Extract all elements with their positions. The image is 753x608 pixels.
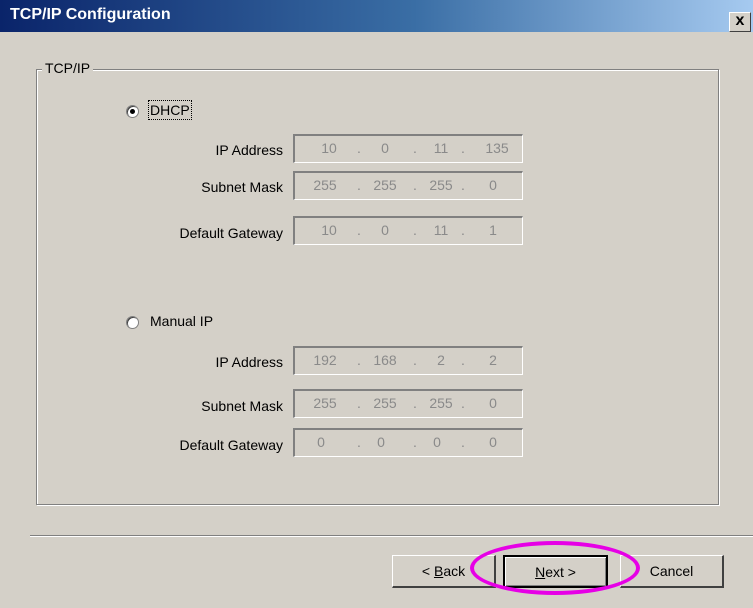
ip-octet: 0 (317, 434, 325, 450)
dhcp-radio[interactable] (126, 105, 139, 118)
cancel-button-label: Cancel (649, 563, 694, 579)
manual-ip-label: IP Address (215, 354, 283, 370)
ip-octet: 0 (489, 395, 497, 411)
dhcp-gateway-field[interactable]: 10 . 0 . 11 . 1 (293, 216, 523, 245)
ip-dot: . (461, 352, 465, 368)
dhcp-radio-label[interactable]: DHCP (148, 100, 192, 120)
separator-line (30, 535, 753, 537)
ip-dot: . (413, 222, 417, 238)
next-button[interactable]: Next > (503, 555, 608, 588)
back-button-prefix: < (421, 563, 434, 579)
ip-dot: . (461, 177, 465, 193)
ip-octet: 11 (433, 140, 449, 156)
ip-octet: 255 (313, 395, 337, 411)
ip-octet: 10 (321, 140, 337, 156)
ip-octet: 10 (321, 222, 337, 238)
ip-dot: . (357, 395, 361, 411)
ip-dot: . (461, 395, 465, 411)
dhcp-ip-label: IP Address (215, 142, 283, 158)
ip-dot: . (461, 434, 465, 450)
groupbox-legend: TCP/IP (42, 60, 94, 76)
manual-ip-field[interactable]: 192 . 168 . 2 . 2 (293, 346, 523, 375)
ip-octet: 255 (373, 395, 397, 411)
ip-octet: 0 (433, 434, 441, 450)
ip-dot: . (461, 222, 465, 238)
ip-octet: 0 (381, 140, 389, 156)
ip-octet: 2 (437, 352, 445, 368)
ip-octet: 11 (433, 222, 449, 238)
ip-dot: . (461, 140, 465, 156)
manual-mask-field[interactable]: 255 . 255 . 255 . 0 (293, 389, 523, 418)
back-button-mnemonic: B (433, 563, 444, 579)
ip-octet: 168 (373, 352, 397, 368)
dhcp-ip-field[interactable]: 10 . 0 . 11 . 135 (293, 134, 523, 163)
ip-octet: 192 (313, 352, 337, 368)
back-button[interactable]: < Back (392, 555, 496, 588)
ip-octet: 0 (489, 177, 497, 193)
ip-dot: . (413, 395, 417, 411)
ip-octet: 255 (313, 177, 337, 193)
tcpip-dialog: TCP/IP Configuration x TCP/IP DHCP IP Ad… (0, 0, 753, 608)
cancel-button[interactable]: Cancel (620, 555, 724, 588)
manual-gateway-field[interactable]: 0 . 0 . 0 . 0 (293, 428, 523, 457)
manual-mask-label: Subnet Mask (201, 398, 283, 414)
dhcp-mask-field[interactable]: 255 . 255 . 255 . 0 (293, 171, 523, 200)
ip-octet: 135 (485, 140, 509, 156)
ip-octet: 255 (373, 177, 397, 193)
dhcp-mask-label: Subnet Mask (201, 179, 283, 195)
next-button-mnemonic: N (535, 564, 546, 580)
ip-octet: 255 (429, 395, 453, 411)
radio-selected-dot (130, 109, 135, 114)
ip-octet: 0 (377, 434, 385, 450)
ip-octet: 1 (489, 222, 497, 238)
ip-octet: 0 (489, 434, 497, 450)
manual-ip-radio[interactable] (126, 316, 139, 329)
ip-dot: . (413, 140, 417, 156)
ip-dot: . (357, 140, 361, 156)
manual-ip-radio-label[interactable]: Manual IP (150, 313, 213, 329)
ip-dot: . (413, 177, 417, 193)
close-button[interactable]: x (729, 12, 751, 32)
dhcp-gateway-label: Default Gateway (179, 225, 284, 241)
window-title: TCP/IP Configuration (10, 6, 171, 23)
ip-dot: . (357, 177, 361, 193)
ip-octet: 255 (429, 177, 453, 193)
ip-dot: . (413, 352, 417, 368)
manual-gateway-label: Default Gateway (179, 437, 284, 453)
back-button-rest: ack (443, 563, 466, 579)
ip-octet: 2 (489, 352, 497, 368)
close-icon: x (735, 12, 745, 29)
ip-octet: 0 (381, 222, 389, 238)
title-bar: TCP/IP Configuration x (0, 0, 753, 32)
next-button-rest: ext > (545, 564, 576, 580)
ip-dot: . (357, 222, 361, 238)
ip-dot: . (357, 352, 361, 368)
